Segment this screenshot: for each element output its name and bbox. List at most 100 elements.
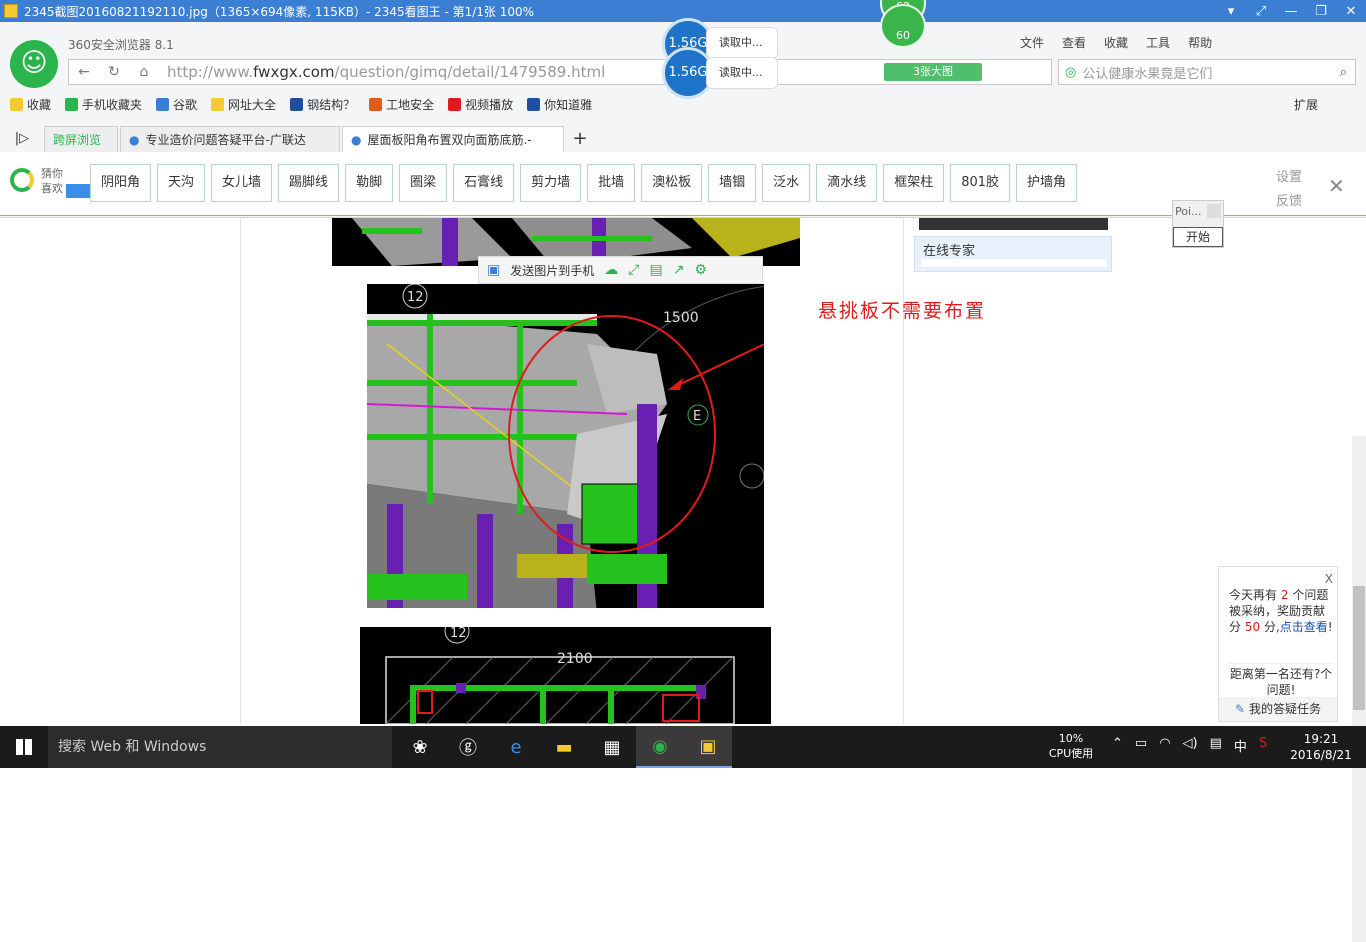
menu-view[interactable]: 查看 [1062, 34, 1086, 51]
save-icon[interactable]: ▤ [649, 262, 662, 278]
volume-icon[interactable]: ◁) [1183, 736, 1198, 755]
wifi-icon[interactable]: ◠ [1159, 736, 1170, 755]
bookmark-item[interactable]: 工地安全 [369, 96, 434, 113]
plan-image-graphic: 12 2100 [360, 627, 771, 724]
guess-line2: 喜欢 [41, 182, 63, 195]
fullscreen-button[interactable]: ⤢ [1246, 4, 1276, 19]
bookmark-item[interactable]: 网址大全 [211, 96, 276, 113]
browser-360-icon[interactable]: ◉ [636, 726, 684, 768]
share-icon[interactable]: ↗ [673, 262, 685, 278]
my-tasks-button[interactable]: ✎ 我的答疑任务 [1219, 697, 1337, 721]
plan-image[interactable]: 12 2100 [360, 627, 771, 724]
keyboard-icon[interactable]: ▭ [1135, 736, 1147, 755]
scrollbar-thumb[interactable] [1353, 586, 1365, 710]
menu-favorites[interactable]: 收藏 [1104, 34, 1128, 51]
expand-icon[interactable]: ⤢ [628, 262, 639, 278]
task-view-icon[interactable]: ❀ [396, 726, 444, 768]
keyword-feedback-link[interactable]: 反馈 [1276, 190, 1302, 214]
keyword-item[interactable]: 护墙角 [1016, 164, 1078, 202]
new-tab-button[interactable]: + [566, 128, 594, 149]
keyword-settings-link[interactable]: 设置 [1276, 166, 1302, 190]
menu-dropdown-button[interactable]: ▾ [1216, 4, 1246, 19]
bookmark-item[interactable]: 收藏 [10, 96, 51, 113]
taskbar-clock[interactable]: 19:21 2016/8/21 [1286, 731, 1356, 763]
keyword-item[interactable]: 框架柱 [883, 164, 945, 202]
tab-site-icon: ● [351, 132, 362, 147]
sidebar-toggle-icon[interactable]: |▷ [0, 131, 44, 146]
close-button[interactable]: ✕ [1336, 4, 1366, 19]
guess-ring-icon [10, 168, 34, 192]
url-path: /question/gimq/detail/1479589.html [334, 63, 606, 81]
tab-glodon[interactable]: ● 专业造价问题答疑平台-广联达 [120, 126, 340, 152]
menu-help[interactable]: 帮助 [1188, 34, 1212, 51]
speed-ball-status: 读取中... [706, 27, 778, 59]
search-engine-icon[interactable]: ◎ [1065, 65, 1076, 80]
bookmark-item[interactable]: 视频播放 [448, 96, 513, 113]
guess-text: 猜你 喜欢 [41, 166, 63, 196]
browser-menu: 文件 查看 收藏 工具 帮助 [1020, 34, 1212, 51]
sogou-icon[interactable]: S [1259, 736, 1267, 755]
send-to-phone-icon[interactable]: ▣ [487, 262, 500, 278]
keyword-item[interactable]: 石膏线 [453, 164, 515, 202]
tab-site-icon: ● [129, 132, 140, 147]
page-scrollbar[interactable] [1352, 436, 1366, 942]
keyword-item[interactable]: 天沟 [157, 164, 206, 202]
url-prefix: http://www. [167, 63, 254, 81]
send-to-phone-button[interactable]: 发送图片到手机 [510, 262, 594, 279]
store-icon[interactable]: ▦ [588, 726, 636, 768]
search-input[interactable]: ◎ 公认健康水果竟是它们 ⌕ [1058, 59, 1356, 85]
close-icon[interactable]: X [1325, 571, 1333, 587]
ime-indicator[interactable]: 中 [1234, 736, 1247, 755]
tab-cross-screen[interactable]: 跨屏浏览 [44, 126, 118, 152]
keyword-item[interactable]: 女儿墙 [211, 164, 273, 202]
notification-icon[interactable]: ▤ [1210, 736, 1222, 755]
cloud-icon[interactable]: ☁ [604, 262, 618, 278]
poi-close-icon[interactable] [1207, 204, 1221, 218]
bookmark-item[interactable]: 谷歌 [156, 96, 197, 113]
restore-button[interactable]: ❐ [1306, 4, 1336, 19]
bookmark-label: 谷歌 [173, 98, 198, 112]
browser-logo-icon[interactable]: ☺ [10, 40, 58, 88]
home-icon[interactable]: ⌂ [129, 64, 159, 80]
keyword-item[interactable]: 墙锢 [708, 164, 757, 202]
speed-ball-status: 读取中... [706, 57, 778, 89]
notification-text: 今天再有 2 个问题被采纳，奖励贡献分 50 分,点击查看! [1229, 587, 1333, 635]
keyword-item[interactable]: 踢脚线 [278, 164, 340, 202]
bookmark-item[interactable]: 你知道雅 [527, 96, 592, 113]
bookmark-item[interactable]: 钢结构？ [290, 96, 355, 113]
image-viewer-taskbar-icon[interactable]: ▣ [684, 726, 732, 768]
start-button[interactable] [0, 726, 48, 768]
keyword-item[interactable]: 泛水 [762, 164, 811, 202]
search-icon[interactable]: ⌕ [1340, 65, 1347, 80]
big-picture-button[interactable]: 3张大图 [884, 63, 982, 81]
keyword-item[interactable]: 批墙 [587, 164, 636, 202]
keyword-item[interactable]: 801胶 [950, 164, 1011, 202]
menu-file[interactable]: 文件 [1020, 34, 1044, 51]
back-icon[interactable]: ← [69, 64, 99, 80]
model-image-main[interactable]: 12 1500 E [367, 284, 764, 608]
keyword-item[interactable]: 澳松板 [641, 164, 703, 202]
extensions-button[interactable]: 扩展 [1294, 96, 1318, 113]
poi-start-button[interactable]: 开始 [1173, 227, 1223, 247]
folder-icon[interactable]: ▬ [540, 726, 588, 768]
app-icon[interactable]: ⓖ [444, 726, 492, 768]
view-details-link[interactable]: 点击查看 [1280, 620, 1328, 634]
close-icon[interactable]: ✕ [1328, 174, 1345, 198]
gear-icon[interactable]: ⚙ [694, 262, 707, 278]
minimize-button[interactable]: — [1276, 4, 1306, 19]
keyword-item[interactable]: 圈梁 [399, 164, 448, 202]
column-divider [903, 218, 904, 724]
float-ball-bottom[interactable]: 60 [880, 4, 926, 48]
refresh-icon[interactable]: ↻ [99, 64, 129, 80]
bookmark-item[interactable]: 手机收藏夹 [65, 96, 142, 113]
url-text[interactable]: http://www.fwxgx.com/question/gimq/detai… [167, 63, 605, 81]
taskbar-search[interactable]: 搜索 Web 和 Windows [48, 726, 392, 768]
tray-chevron-icon[interactable]: ⌃ [1112, 736, 1123, 755]
menu-tools[interactable]: 工具 [1146, 34, 1170, 51]
keyword-item[interactable]: 勒脚 [345, 164, 394, 202]
edge-icon[interactable]: e [492, 726, 540, 768]
keyword-item[interactable]: 剪力墙 [520, 164, 582, 202]
tab-current[interactable]: ● 屋面板阳角布置双向面筋底筋.- [342, 126, 564, 152]
keyword-item[interactable]: 滴水线 [816, 164, 878, 202]
keyword-item[interactable]: 阴阳角 [90, 164, 152, 202]
